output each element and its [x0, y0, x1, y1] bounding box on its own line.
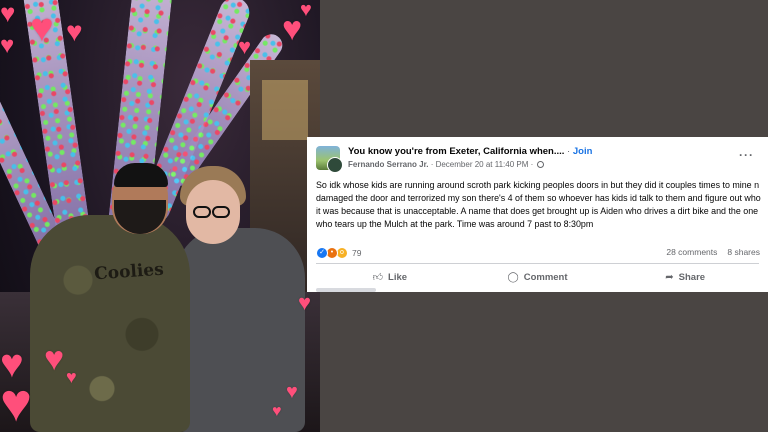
reactions-summary[interactable]: ✓ • o 79: [316, 247, 361, 259]
more-icon[interactable]: ···: [739, 149, 754, 161]
post-date[interactable]: December 20 at 11:40 PM: [436, 160, 529, 169]
author-link[interactable]: Fernando Serrano Jr.: [348, 160, 428, 169]
like-icon: 👍︎: [372, 272, 384, 283]
group-name-link[interactable]: You know you're from Exeter, California …: [348, 146, 564, 157]
heart-icon: ♥: [272, 403, 282, 420]
heart-icon: ♥: [238, 34, 252, 59]
heart-icon: ♥: [298, 290, 312, 315]
comment-icon: ◯: [507, 271, 519, 283]
post-body: So idk whose kids are running around scr…: [316, 180, 761, 229]
separator: ·: [428, 160, 436, 169]
author-avatar[interactable]: [327, 157, 343, 173]
heart-icon: ♥: [0, 373, 33, 432]
next-content-stub: [316, 288, 376, 292]
glasses: [212, 206, 230, 218]
heart-icon: ♥: [66, 16, 83, 47]
like-reaction-icon: ✓: [316, 247, 328, 259]
heart-icon: ♥: [44, 340, 65, 378]
heart-icon: ♥: [0, 0, 16, 28]
share-button[interactable]: ➦ Share: [611, 265, 759, 289]
separator: ·: [528, 160, 536, 169]
comments-count[interactable]: 28 comments: [666, 247, 717, 257]
heart-icon: ♥: [300, 0, 312, 21]
post-meta: Fernando Serrano Jr. · December 20 at 11…: [348, 160, 545, 169]
globe-icon: [537, 161, 545, 168]
group-header: You know you're from Exeter, California …: [348, 146, 592, 157]
heart-icon: ♥: [0, 32, 15, 59]
man-body: [30, 215, 190, 432]
comment-label: Comment: [523, 271, 568, 283]
share-icon: ➦: [665, 271, 674, 283]
like-label: Like: [388, 271, 408, 283]
separator: ·: [564, 146, 573, 157]
reaction-count: 79: [352, 248, 362, 258]
heart-icon: ♥: [66, 367, 77, 387]
man-cap: [114, 163, 168, 187]
heart-icon: ♥: [30, 6, 54, 50]
join-link[interactable]: Join: [573, 146, 593, 157]
heart-icon: ♥: [286, 381, 298, 403]
couple-photo: Coolies ♥ ♥ ♥ ♥ ♥ ♥ ♥ ♥ ♥ ♥ ♥ ♥ ♥ ♥: [0, 0, 320, 432]
glasses: [193, 206, 211, 218]
like-button[interactable]: 👍︎ Like: [316, 265, 464, 289]
comment-button[interactable]: ◯ Comment: [464, 265, 612, 289]
facebook-post: You know you're from Exeter, California …: [307, 137, 768, 292]
divider: [316, 263, 759, 264]
share-label: Share: [678, 271, 706, 283]
engagement-counts: 28 comments 8 shares: [666, 247, 760, 257]
action-bar: 👍︎ Like ◯ Comment ➦ Share: [316, 265, 759, 289]
shares-count[interactable]: 8 shares: [727, 247, 760, 257]
